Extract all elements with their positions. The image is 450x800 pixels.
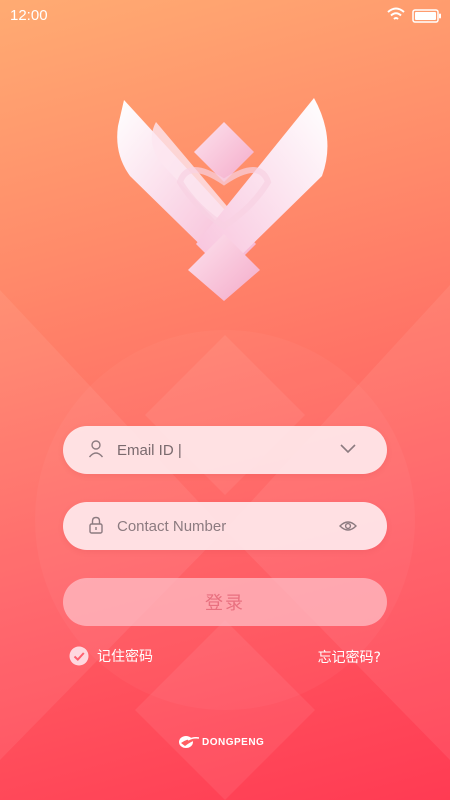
contact-field[interactable]: [63, 502, 387, 550]
check-icon[interactable]: [69, 646, 89, 666]
brand-footer: DONGPENG: [177, 735, 264, 749]
login-screen: 12:00 Email ID | Contact Number 登录 记住密码 …: [0, 0, 450, 800]
brand-name: DONGPENG: [202, 736, 265, 748]
login-button[interactable]: 登录: [63, 578, 387, 626]
status-time: 12:00: [10, 7, 48, 24]
text-caret: |: [173, 441, 182, 459]
status-bar: 12:00: [0, 0, 450, 32]
chevron-down-icon[interactable]: [339, 443, 357, 455]
brand-logo-icon: [117, 98, 328, 301]
battery-icon: [412, 9, 441, 23]
email-field[interactable]: Email ID |: [63, 426, 387, 474]
email-input[interactable]: Email ID |: [117, 426, 317, 474]
eye-icon[interactable]: [339, 519, 357, 533]
email-input-value: Email ID: [117, 441, 174, 459]
brand-mark-icon: [179, 736, 199, 748]
forgot-password-link[interactable]: 忘记密码?: [318, 647, 381, 667]
user-icon: [88, 440, 104, 458]
remember-password-label: 记住密码: [97, 649, 153, 665]
wifi-icon: [387, 7, 405, 20]
lock-icon: [89, 516, 103, 534]
remember-password-toggle[interactable]: 记住密码: [69, 646, 153, 666]
contact-input[interactable]: [117, 502, 317, 550]
